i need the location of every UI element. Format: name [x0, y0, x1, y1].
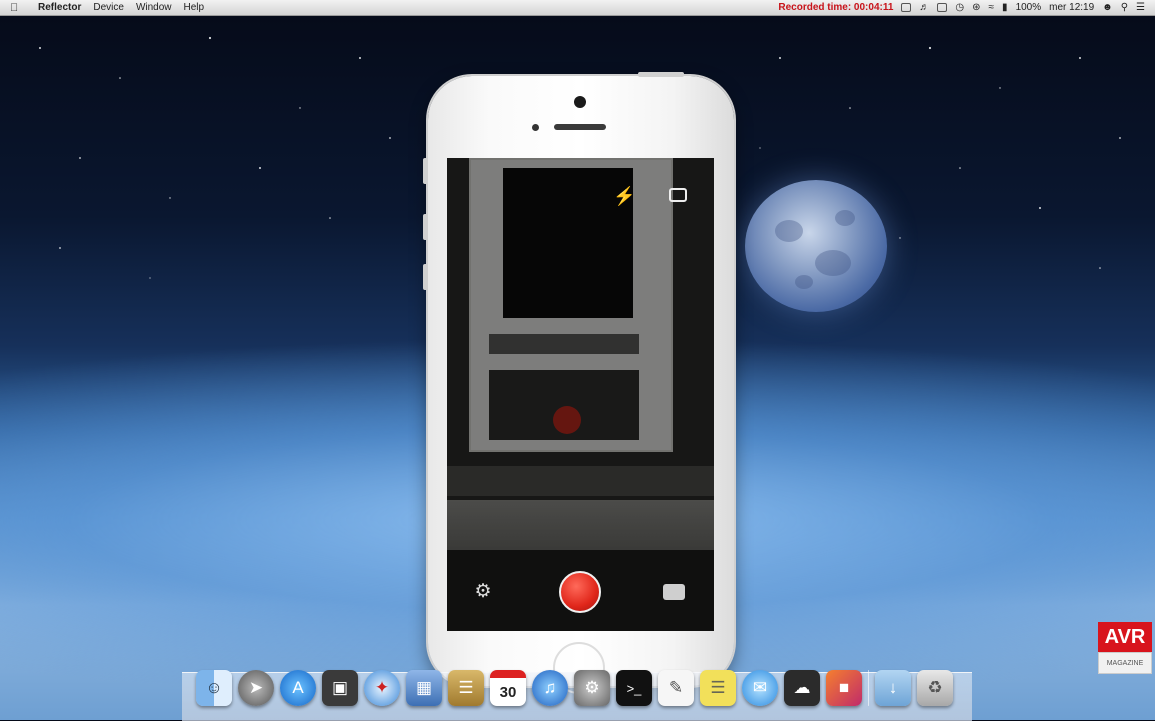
- flash-auto-icon[interactable]: ⚡: [613, 186, 635, 207]
- camera-roll-icon[interactable]: [663, 584, 685, 600]
- dock: ☺ ➤ A ▣ ✦ ▦ ☰ 30 ♫ ⚙ >_ ✎ ☰ ✉ ☁ ■ ↓ ♻: [196, 670, 953, 706]
- iphone-mirror-window: ⚡ ⚙: [423, 72, 734, 694]
- status-area: Recorded time: 00:04:11 ♬ ◷ ⊛ ≈ ▮ 100% m…: [778, 2, 1155, 13]
- mute-switch: [423, 158, 428, 184]
- bluetooth-icon[interactable]: ⊛: [972, 2, 980, 13]
- user-icon[interactable]: ☻: [1102, 2, 1113, 13]
- gear-icon[interactable]: ⚙: [473, 582, 493, 602]
- power-button: [638, 72, 684, 77]
- proximity-sensor: [532, 124, 539, 131]
- volume-icon[interactable]: ♬: [919, 2, 929, 13]
- apple-icon[interactable]: : [10, 2, 24, 14]
- clock[interactable]: mer 12:19: [1049, 2, 1094, 13]
- safari-icon[interactable]: ✦: [364, 670, 400, 706]
- terminal-icon[interactable]: >_: [616, 670, 652, 706]
- menu-window[interactable]: Window: [136, 2, 172, 13]
- photo-booth-icon[interactable]: ▣: [322, 670, 358, 706]
- stickies-icon[interactable]: ☰: [700, 670, 736, 706]
- notification-center-icon[interactable]: ☰: [1136, 2, 1145, 13]
- finder-icon[interactable]: ☺: [196, 670, 232, 706]
- notes-book-icon[interactable]: ☰: [448, 670, 484, 706]
- system-preferences-icon[interactable]: ⚙: [574, 670, 610, 706]
- camera-viewfinder[interactable]: ⚡ ⚙: [447, 158, 714, 631]
- icloud-icon[interactable]: ☁: [784, 670, 820, 706]
- earpiece-speaker: [554, 124, 606, 130]
- avr-magazine-logo: AVR MAGAZINE: [1098, 622, 1152, 676]
- launchpad-icon[interactable]: ➤: [238, 670, 274, 706]
- front-camera-icon: [574, 96, 586, 108]
- spotlight-icon[interactable]: ⚲: [1121, 2, 1128, 13]
- battery-percent[interactable]: 100%: [1016, 2, 1042, 13]
- trash-icon[interactable]: ♻: [917, 670, 953, 706]
- battery-icon[interactable]: ▮: [1002, 2, 1008, 13]
- camera-switch-icon[interactable]: [669, 188, 687, 202]
- itunes-icon[interactable]: ♫: [532, 670, 568, 706]
- reflector-status-icon[interactable]: [901, 3, 912, 12]
- volume-up-button: [423, 214, 428, 240]
- menu-bar:  Reflector Device Window Help Recorded …: [0, 0, 1155, 16]
- moon-wallpaper: [745, 180, 887, 312]
- calendar-icon[interactable]: 30: [490, 670, 526, 706]
- airplay-icon[interactable]: [937, 3, 948, 12]
- recording-time[interactable]: Recorded time: 00:04:11: [778, 2, 893, 13]
- record-button-icon[interactable]: [559, 571, 601, 613]
- menu-app-name[interactable]: Reflector: [38, 2, 81, 13]
- volume-down-button: [423, 264, 428, 290]
- watermark-sub: MAGAZINE: [1098, 652, 1152, 674]
- app-store-icon[interactable]: A: [280, 670, 316, 706]
- preview-icon[interactable]: ▦: [406, 670, 442, 706]
- menu-device[interactable]: Device: [93, 2, 124, 13]
- dock-separator: [868, 670, 869, 706]
- time-machine-icon[interactable]: ◷: [955, 2, 964, 13]
- wifi-icon[interactable]: ≈: [989, 2, 995, 13]
- watermark-brand: AVR: [1098, 622, 1152, 652]
- messages-icon[interactable]: ✉: [742, 670, 778, 706]
- textedit-icon[interactable]: ✎: [658, 670, 694, 706]
- downloads-folder-icon[interactable]: ↓: [875, 670, 911, 706]
- photos-icon[interactable]: ■: [826, 670, 862, 706]
- menu-help[interactable]: Help: [184, 2, 205, 13]
